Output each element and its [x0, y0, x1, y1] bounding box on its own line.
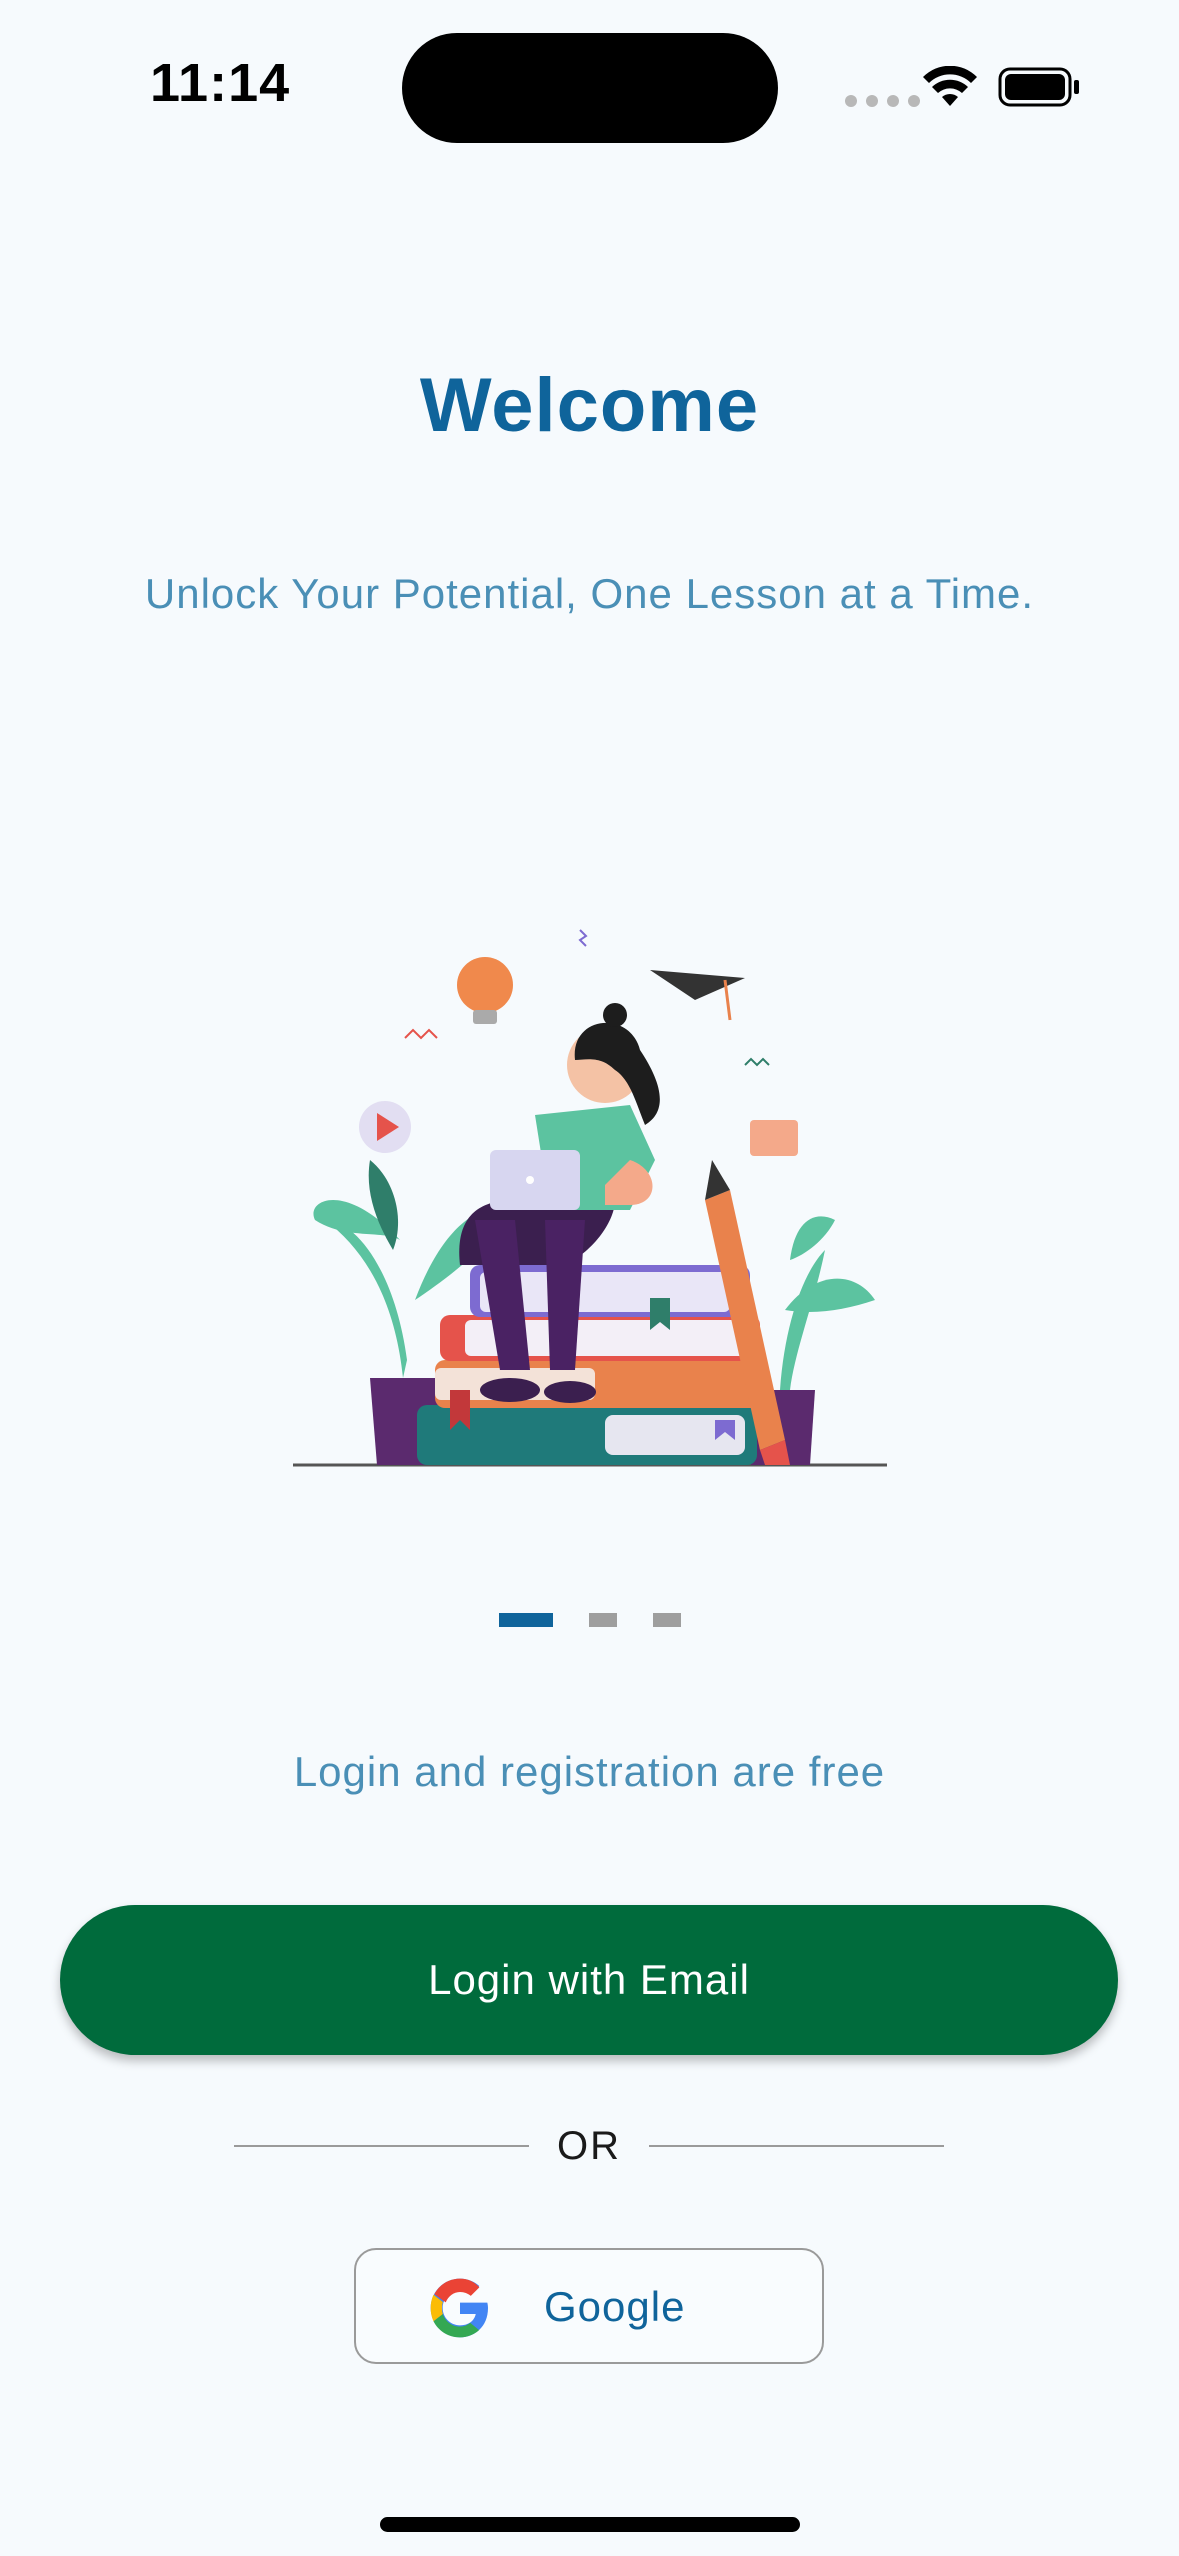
divider-line-left: [234, 2145, 529, 2147]
page-subtitle: Unlock Your Potential, One Lesson at a T…: [144, 570, 1035, 617]
free-registration-note: Login and registration are free: [293, 1748, 886, 1795]
carousel-dot-3[interactable]: [652, 1613, 681, 1627]
login-with-email-label: Login with Email: [428, 1956, 750, 2003]
battery-icon: [998, 67, 1079, 107]
divider-line-right: [649, 2145, 944, 2147]
signal-icon: [845, 95, 920, 107]
student-studying-illustration: [293, 929, 887, 1467]
or-divider: OR: [234, 2116, 944, 2176]
wifi-icon: [923, 66, 977, 106]
status-time: 11:14: [150, 53, 291, 113]
google-login-button[interactable]: Google: [354, 2248, 824, 2364]
page-title: Welcome: [419, 363, 760, 448]
home-indicator[interactable]: [380, 2517, 800, 2532]
google-login-label: Google: [544, 2283, 686, 2330]
google-logo-icon: [430, 2278, 488, 2338]
carousel-dot-2[interactable]: [588, 1613, 617, 1627]
dynamic-island: [402, 33, 778, 143]
carousel-dot-1[interactable]: [498, 1613, 553, 1627]
or-label: OR: [557, 2123, 621, 2168]
login-with-email-button[interactable]: Login with Email: [60, 1905, 1118, 2055]
carousel-indicator: [0, 1613, 1179, 1627]
